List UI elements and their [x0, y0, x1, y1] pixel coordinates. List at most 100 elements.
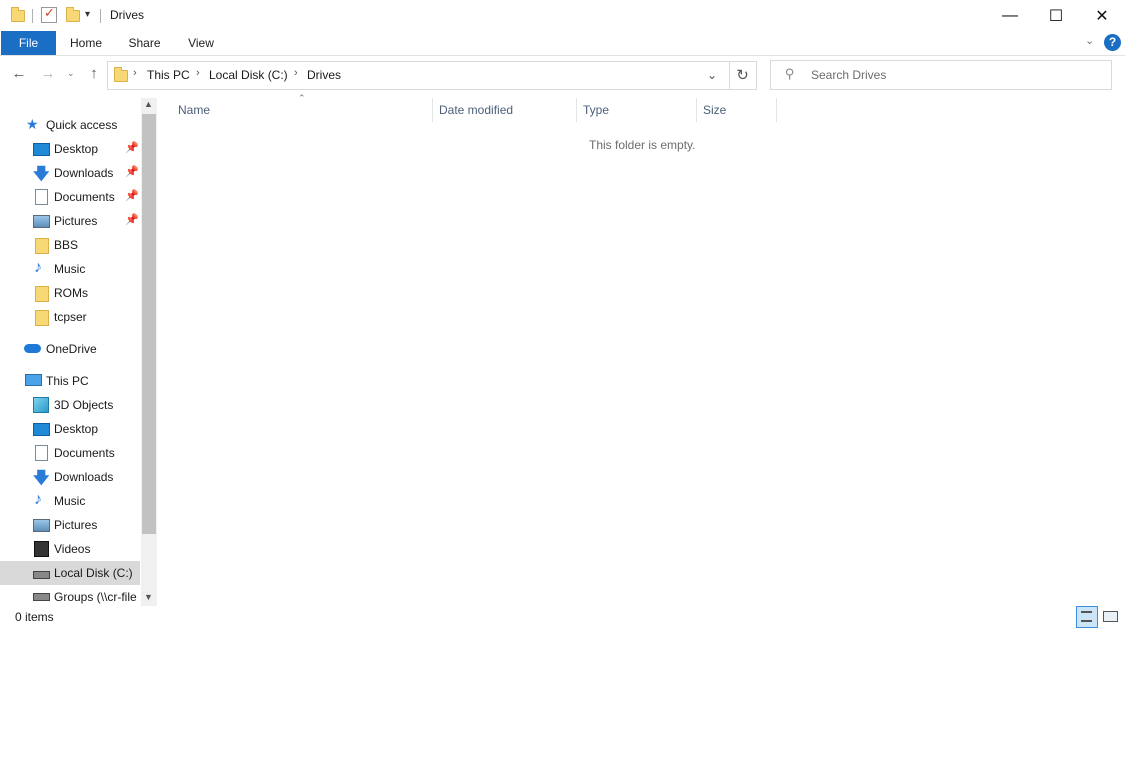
large-icons-view-icon	[1103, 611, 1118, 622]
sidebar-item-quick-access[interactable]: ★ Quick access	[0, 113, 140, 137]
pin-icon[interactable]: 📌	[125, 189, 139, 202]
minimize-button[interactable]: —	[987, 0, 1033, 31]
large-icons-view-button[interactable]	[1100, 606, 1120, 626]
up-arrow-icon[interactable]: ↑	[84, 64, 104, 84]
music-icon: ♪	[34, 259, 42, 276]
properties-icon[interactable]: ✓	[41, 5, 57, 23]
sidebar-item-label: Pictures	[54, 518, 98, 532]
sidebar-item-groups[interactable]: Groups (\\cr-file	[0, 585, 140, 606]
pin-icon[interactable]: 📌	[125, 141, 139, 154]
empty-folder-message: This folder is empty.	[589, 138, 696, 152]
sidebar-item-label: Quick access	[46, 118, 118, 132]
address-history-dropdown-icon[interactable]: ⌄	[707, 68, 717, 82]
computer-icon	[25, 374, 42, 386]
status-item-count: 0 items	[15, 610, 54, 624]
sidebar-item-label: ROMs	[54, 286, 88, 300]
sidebar-item-label: Desktop	[54, 142, 99, 156]
toolbar-divider	[100, 9, 101, 23]
forward-arrow-icon[interactable]: →	[38, 64, 58, 84]
sidebar-item-label: tcpser	[54, 310, 87, 324]
back-arrow-icon[interactable]: ←	[9, 64, 29, 84]
column-divider[interactable]	[776, 98, 777, 122]
sidebar-item-label: Music	[54, 494, 86, 508]
sidebar-item-label: BBS	[54, 238, 79, 252]
sidebar-item-this-pc[interactable]: This PC	[0, 369, 140, 393]
search-placeholder: Search Drives	[811, 68, 887, 82]
cube-icon	[33, 397, 49, 413]
chevron-right-icon[interactable]: ›	[133, 67, 137, 79]
sidebar-item-label: Videos	[54, 542, 91, 556]
breadcrumb-this-pc[interactable]: This PC	[147, 68, 190, 82]
refresh-button[interactable]: ↻	[729, 61, 757, 90]
sidebar-item-downloads[interactable]: 🡇 Downloads 📌	[0, 161, 140, 185]
ribbon-tabs: File Home Share View ⌄ ?	[0, 31, 1125, 56]
scroll-down-arrow-icon[interactable]: ▼	[144, 592, 153, 602]
column-divider[interactable]	[576, 98, 577, 122]
folder-icon	[114, 67, 128, 82]
document-icon	[35, 445, 48, 461]
help-icon[interactable]: ?	[1104, 34, 1121, 51]
column-header-type[interactable]: Type	[583, 103, 609, 117]
sidebar-item-tcpser[interactable]: tcpser	[0, 305, 140, 329]
breadcrumb-drives[interactable]: Drives	[307, 68, 341, 82]
sidebar-item-local-disk[interactable]: Local Disk (C:)	[0, 561, 140, 585]
scrollbar-thumb[interactable]	[142, 114, 156, 534]
music-icon: ♪	[34, 491, 42, 508]
video-icon	[34, 541, 49, 557]
chevron-right-icon[interactable]: ›	[196, 67, 200, 79]
address-bar[interactable]: › This PC › Local Disk (C:) › Drives ⌄	[107, 61, 730, 90]
sidebar-item-3d-objects[interactable]: 3D Objects	[0, 393, 140, 417]
sidebar-item-label: Desktop	[54, 422, 99, 436]
pin-icon[interactable]: 📌	[125, 213, 139, 226]
sidebar-item-downloads-pc[interactable]: 🡇 Downloads	[0, 465, 140, 489]
sidebar-item-desktop[interactable]: Desktop 📌	[0, 137, 140, 161]
folder-icon	[35, 286, 49, 302]
sidebar-item-pictures-pc[interactable]: Pictures	[0, 513, 140, 537]
download-icon: 🡇	[33, 470, 50, 487]
sidebar-item-onedrive[interactable]: OneDrive	[0, 337, 140, 361]
pictures-icon	[33, 215, 50, 228]
sidebar-item-roms[interactable]: ROMs	[0, 281, 140, 305]
search-icon: ⚲	[785, 66, 795, 81]
details-view-button[interactable]	[1076, 606, 1098, 628]
tab-home[interactable]: Home	[62, 31, 110, 55]
folder-icon	[35, 310, 49, 326]
tab-share[interactable]: Share	[122, 31, 167, 55]
sidebar-item-music[interactable]: ♪ Music	[0, 257, 140, 281]
recent-locations-icon[interactable]: ⌄	[67, 68, 75, 79]
sidebar-item-videos[interactable]: Videos	[0, 537, 140, 561]
close-button[interactable]: ✕	[1079, 0, 1125, 31]
new-folder-icon[interactable]	[66, 7, 80, 22]
sidebar-item-music-pc[interactable]: ♪ Music	[0, 489, 140, 513]
column-header-size[interactable]: Size	[703, 103, 726, 117]
chevron-right-icon[interactable]: ›	[294, 67, 298, 79]
column-header-name[interactable]: Name	[178, 103, 210, 117]
folder-icon	[35, 238, 49, 254]
sidebar-item-label: Documents	[54, 446, 115, 460]
folder-icon	[11, 7, 25, 22]
breadcrumb-local-disk[interactable]: Local Disk (C:)	[209, 68, 288, 82]
download-icon: 🡇	[33, 166, 50, 183]
column-divider[interactable]	[696, 98, 697, 122]
star-icon: ★	[26, 116, 39, 132]
sidebar-item-label: Downloads	[54, 166, 114, 180]
sidebar-item-documents-pc[interactable]: Documents	[0, 441, 140, 465]
maximize-button[interactable]: ☐	[1033, 0, 1079, 31]
navigation-pane[interactable]: ★ Quick access Desktop 📌 🡇 Downloads 📌 D…	[0, 98, 157, 606]
document-icon	[35, 189, 48, 205]
pin-icon[interactable]: 📌	[125, 165, 139, 178]
pictures-icon	[33, 519, 50, 532]
scroll-up-arrow-icon[interactable]: ▲	[144, 99, 153, 109]
tab-file[interactable]: File	[1, 31, 56, 55]
column-divider[interactable]	[432, 98, 433, 122]
expand-ribbon-icon[interactable]: ⌄	[1085, 34, 1094, 47]
tab-view[interactable]: View	[181, 31, 221, 55]
column-header-date-modified[interactable]: Date modified	[439, 103, 513, 117]
customize-toolbar-icon[interactable]: ▾	[85, 9, 90, 20]
sidebar-item-documents[interactable]: Documents 📌	[0, 185, 140, 209]
sidebar-item-desktop-pc[interactable]: Desktop	[0, 417, 140, 441]
sidebar-item-bbs[interactable]: BBS	[0, 233, 140, 257]
sidebar-item-label: Music	[54, 262, 86, 276]
search-box[interactable]: ⚲ Search Drives	[770, 60, 1112, 90]
sidebar-item-pictures[interactable]: Pictures 📌	[0, 209, 140, 233]
